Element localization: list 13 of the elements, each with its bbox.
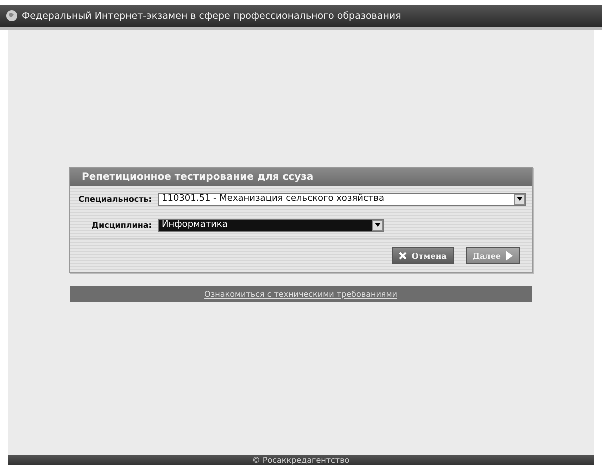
dropdown[interactable]: 110301.51 - Механизация сельского хозяйства <box>158 192 526 206</box>
cancel-button[interactable]: Отмена <box>392 247 454 264</box>
field-label: Дисциплина: <box>90 220 153 230</box>
next-button[interactable]: Далее <box>466 247 520 264</box>
triangle-right-icon <box>506 250 513 260</box>
copyright-text: © Росаккредагентство <box>252 456 350 464</box>
close-icon <box>398 252 407 260</box>
dialog-title: Репетиционное тестирование для ссуза <box>70 168 532 186</box>
globe-icon <box>6 10 18 22</box>
window-title: Федеральный Интернет-экзамен в сфере профессионального образования <box>22 10 402 22</box>
field-label: Специальность: <box>78 194 153 204</box>
dropdown[interactable]: Информатика <box>158 218 384 232</box>
requirements-link[interactable]: Ознакомиться с техническими требованиями <box>204 290 398 298</box>
